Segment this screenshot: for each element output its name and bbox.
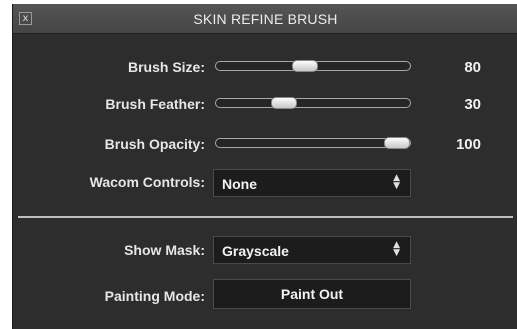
- show-mask-selected: Grayscale: [222, 243, 289, 259]
- brush-size-slider-thumb[interactable]: [291, 60, 318, 72]
- brush-feather-slider-thumb[interactable]: [271, 97, 298, 109]
- paint-out-button[interactable]: Paint Out: [213, 279, 411, 309]
- brush-opacity-slider-thumb[interactable]: [384, 137, 410, 149]
- brush-opacity-slider[interactable]: [215, 137, 411, 149]
- section-divider: [18, 216, 513, 218]
- brush-opacity-label: Brush Opacity:: [104, 136, 205, 152]
- wacom-controls-selected: None: [222, 176, 257, 192]
- show-mask-select[interactable]: Grayscale ▲ ▼: [213, 236, 411, 264]
- wacom-controls-label: Wacom Controls:: [89, 174, 205, 190]
- brush-feather-value: 30: [464, 96, 481, 113]
- brush-feather-slider[interactable]: [215, 97, 411, 109]
- up-down-arrows-icon: ▲ ▼: [393, 240, 400, 258]
- brush-opacity-value: 100: [455, 136, 481, 153]
- brush-feather-label: Brush Feather:: [105, 96, 205, 112]
- show-mask-label: Show Mask:: [124, 242, 205, 258]
- title-bar[interactable]: x SKIN REFINE BRUSH: [13, 4, 517, 34]
- painting-mode-label: Painting Mode:: [104, 288, 205, 304]
- panel-title: SKIN REFINE BRUSH: [193, 11, 338, 27]
- wacom-controls-select[interactable]: None ▲ ▼: [213, 169, 411, 197]
- brush-size-slider[interactable]: [215, 60, 411, 72]
- up-down-arrows-icon: ▲ ▼: [393, 173, 400, 191]
- skin-refine-brush-panel: x SKIN REFINE BRUSH Brush Size: 80 Brush…: [12, 4, 517, 329]
- brush-size-value: 80: [464, 59, 481, 76]
- brush-size-label: Brush Size:: [127, 59, 205, 75]
